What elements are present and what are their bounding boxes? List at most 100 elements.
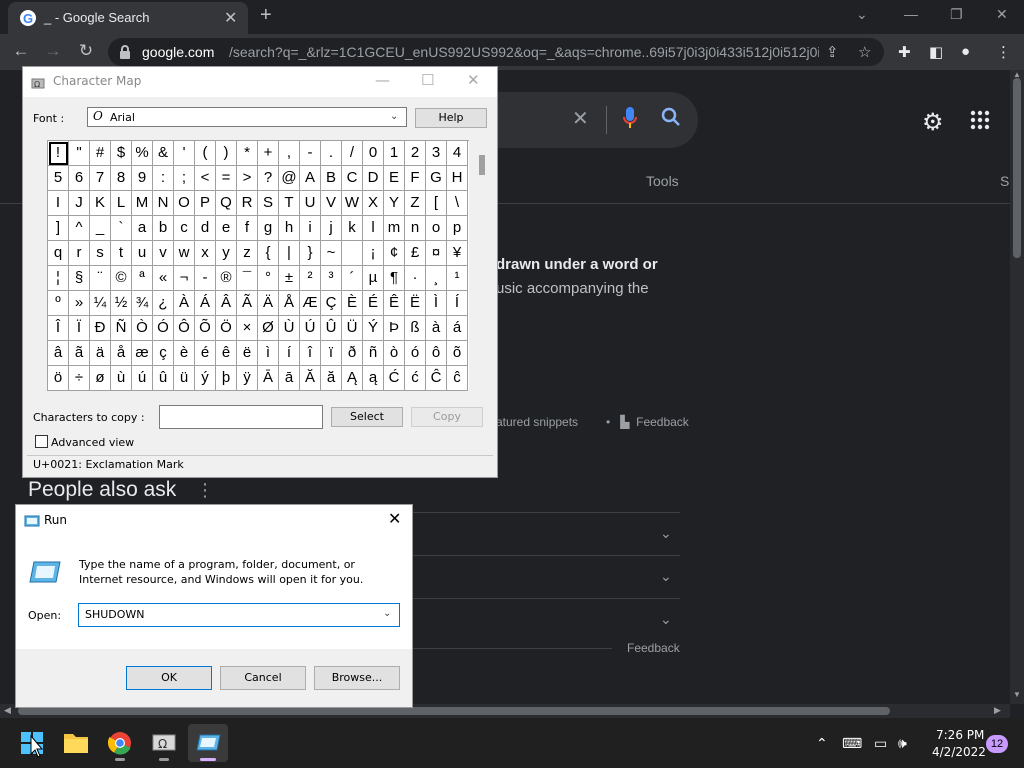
- char-cell[interactable]: 8: [111, 166, 132, 191]
- char-cell[interactable]: w: [174, 241, 195, 266]
- char-cell[interactable]: ´: [342, 266, 363, 291]
- char-cell[interactable]: ò: [384, 341, 405, 366]
- char-cell[interactable]: ê: [216, 341, 237, 366]
- char-cell[interactable]: V: [321, 191, 342, 216]
- paa-expand-icon[interactable]: ⌄: [660, 611, 672, 628]
- safesearch-link[interactable]: S: [1000, 173, 1009, 189]
- browser-tab[interactable]: G _ - Google Search ✕: [8, 2, 248, 34]
- vertical-scroll-thumb[interactable]: [1013, 78, 1021, 258]
- paa-feedback-link[interactable]: Feedback: [627, 641, 680, 655]
- char-cell[interactable]: ": [69, 141, 90, 166]
- char-cell[interactable]: ß: [405, 316, 426, 341]
- charmap-titlebar[interactable]: Ω Character Map — ☐ ✕: [23, 67, 497, 97]
- char-cell[interactable]: h: [279, 216, 300, 241]
- char-cell[interactable]: ±: [279, 266, 300, 291]
- char-cell[interactable]: .: [321, 141, 342, 166]
- char-cell[interactable]: ă: [321, 366, 342, 391]
- char-cell[interactable]: Ó: [153, 316, 174, 341]
- char-cell[interactable]: Ñ: [111, 316, 132, 341]
- charmap-taskbar-button[interactable]: Ω: [144, 724, 184, 762]
- share-icon[interactable]: ⇪: [826, 43, 839, 61]
- char-cell[interactable]: ý: [195, 366, 216, 391]
- char-cell[interactable]: 9: [132, 166, 153, 191]
- char-cell[interactable]: â: [48, 341, 69, 366]
- charmap-scroll-thumb[interactable]: [479, 155, 485, 175]
- char-cell[interactable]: ¡: [363, 241, 384, 266]
- forward-icon[interactable]: →: [42, 41, 64, 61]
- char-cell[interactable]: ÷: [69, 366, 90, 391]
- char-cell[interactable]: }: [300, 241, 321, 266]
- char-cell[interactable]: é: [195, 341, 216, 366]
- char-cell[interactable]: 7: [90, 166, 111, 191]
- char-cell[interactable]: æ: [132, 341, 153, 366]
- char-cell[interactable]: Õ: [195, 316, 216, 341]
- char-cell[interactable]: ¯: [237, 266, 258, 291]
- back-icon[interactable]: ←: [10, 41, 32, 61]
- char-cell[interactable]: %: [132, 141, 153, 166]
- char-cell[interactable]: /: [342, 141, 363, 166]
- char-cell[interactable]: Y: [384, 191, 405, 216]
- scroll-left-arrow-icon[interactable]: ◀: [4, 705, 11, 716]
- char-cell[interactable]: Ù: [279, 316, 300, 341]
- char-cell[interactable]: ú: [132, 366, 153, 391]
- char-cell[interactable]: ü: [174, 366, 195, 391]
- character-grid[interactable]: ! " # $% & '() * +, -./0 1 2 3 4 5 6 7 8 9:; < = >? @ A B C D E F G H…: [47, 140, 469, 391]
- char-cell[interactable]: Í: [447, 291, 468, 316]
- char-cell[interactable]: l: [363, 216, 384, 241]
- char-cell[interactable]: ¿: [153, 291, 174, 316]
- char-cell[interactable]: ?: [258, 166, 279, 191]
- feedback-link[interactable]: • ▙ Feedback: [606, 415, 689, 429]
- horizontal-scroll-thumb[interactable]: [18, 707, 890, 715]
- char-cell[interactable]: i: [300, 216, 321, 241]
- cancel-button[interactable]: Cancel: [220, 666, 306, 690]
- char-cell[interactable]: ù: [111, 366, 132, 391]
- paa-expand-icon[interactable]: ⌄: [660, 568, 672, 585]
- char-cell[interactable]: ;: [174, 166, 195, 191]
- char-cell[interactable]: ¸: [426, 266, 447, 291]
- char-cell[interactable]: 1: [384, 141, 405, 166]
- minimize-icon[interactable]: —: [904, 6, 918, 22]
- char-cell[interactable]: J: [69, 191, 90, 216]
- char-cell[interactable]: {: [258, 241, 279, 266]
- char-cell[interactable]: Ā: [258, 366, 279, 391]
- char-cell[interactable]: Â: [216, 291, 237, 316]
- char-cell[interactable]: O: [174, 191, 195, 216]
- chrome-menu-icon[interactable]: ⋮: [996, 43, 1011, 61]
- char-cell[interactable]: I: [48, 191, 69, 216]
- char-cell[interactable]: g: [258, 216, 279, 241]
- char-cell[interactable]: »: [69, 291, 90, 316]
- char-cell[interactable]: ã: [69, 341, 90, 366]
- char-cell[interactable]: Z: [405, 191, 426, 216]
- browse-button[interactable]: Browse...: [314, 666, 400, 690]
- char-cell[interactable]: E: [384, 166, 405, 191]
- char-cell[interactable]: C: [342, 166, 363, 191]
- char-cell[interactable]: \: [447, 191, 468, 216]
- char-cell[interactable]: á: [447, 316, 468, 341]
- char-cell[interactable]: ^: [69, 216, 90, 241]
- char-cell[interactable]: ë: [237, 341, 258, 366]
- char-cell[interactable]: ĉ: [447, 366, 468, 391]
- charmap-scrollbar[interactable]: [476, 141, 488, 391]
- char-cell[interactable]: £: [405, 241, 426, 266]
- char-cell[interactable]: ': [174, 141, 195, 166]
- char-cell[interactable]: ï: [321, 341, 342, 366]
- char-cell[interactable]: ç: [153, 341, 174, 366]
- file-explorer-button[interactable]: [56, 724, 96, 762]
- char-cell[interactable]: ö: [48, 366, 69, 391]
- char-cell[interactable]: Ä: [258, 291, 279, 316]
- char-cell[interactable]: Á: [195, 291, 216, 316]
- char-cell[interactable]: s: [90, 241, 111, 266]
- char-cell[interactable]: «: [153, 266, 174, 291]
- font-dropdown[interactable]: O Arial ⌄: [87, 107, 407, 127]
- char-cell[interactable]: Î: [48, 316, 69, 341]
- char-cell[interactable]: a: [132, 216, 153, 241]
- char-cell[interactable]: 4: [447, 141, 468, 166]
- char-cell[interactable]: c: [174, 216, 195, 241]
- char-cell[interactable]: õ: [447, 341, 468, 366]
- char-cell[interactable]: ÿ: [237, 366, 258, 391]
- characters-to-copy-input[interactable]: [159, 405, 323, 429]
- char-cell[interactable]: §: [69, 266, 90, 291]
- scroll-right-arrow-icon[interactable]: ▶: [994, 705, 1001, 716]
- chevron-down-icon[interactable]: ⌄: [383, 608, 391, 619]
- char-cell[interactable]: x: [195, 241, 216, 266]
